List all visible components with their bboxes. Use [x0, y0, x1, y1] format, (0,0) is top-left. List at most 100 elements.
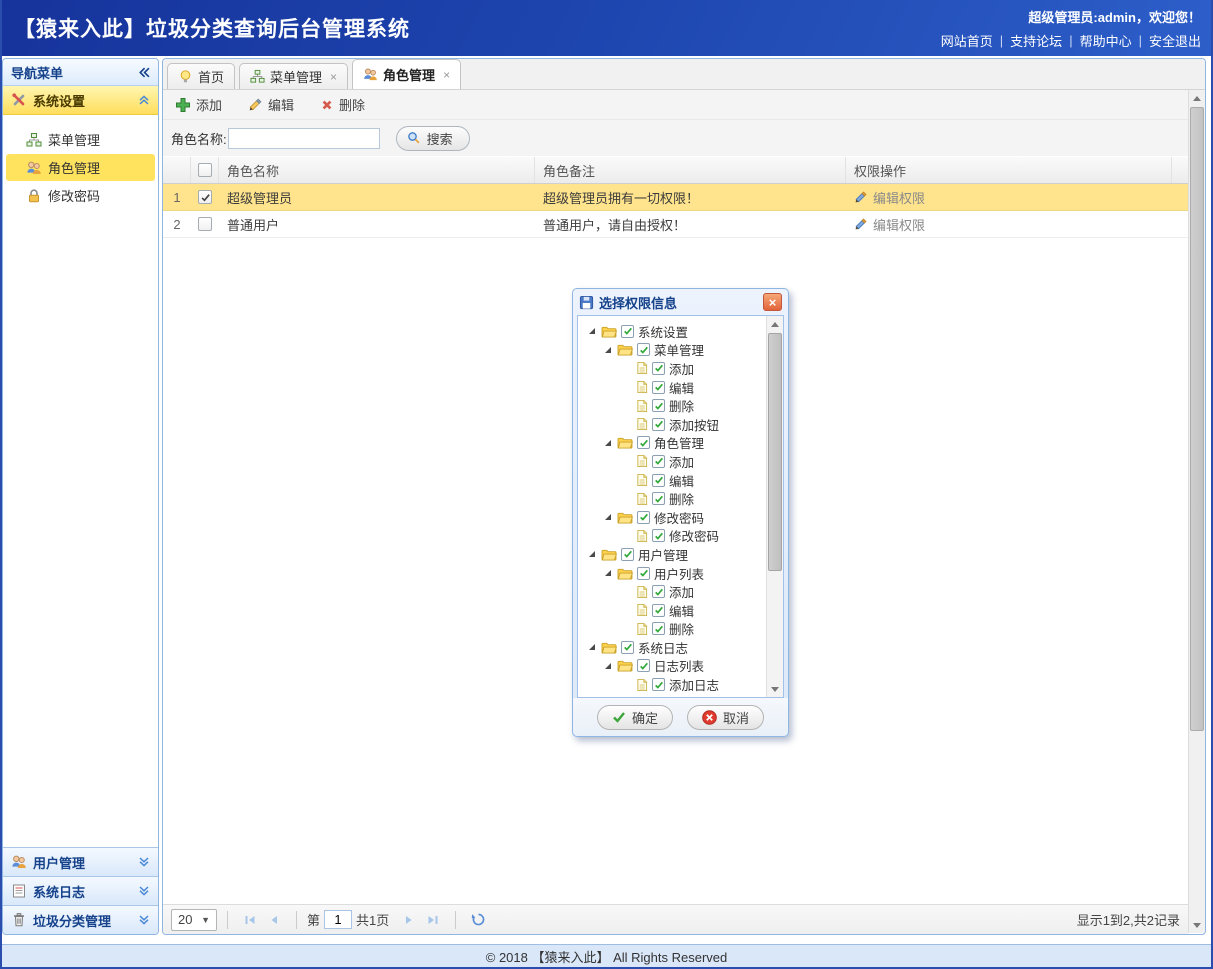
tree-node[interactable]: 添加 [578, 452, 766, 471]
tree-node-label[interactable]: 添加按钮 [669, 415, 719, 434]
table-row[interactable]: 2 普通用户 普通用户，请自由授权！ 编辑权限 [163, 211, 1188, 238]
chevron-down-icon[interactable] [138, 856, 150, 868]
scroll-down-icon[interactable] [767, 681, 783, 697]
refresh-icon[interactable] [466, 908, 490, 932]
tree-node[interactable]: 删除 [578, 620, 766, 639]
tree-node[interactable]: 用户管理 [578, 545, 766, 564]
tab-menu-management[interactable]: 菜单管理 × [239, 63, 349, 89]
table-row[interactable]: 1 超级管理员 超级管理员拥有一切权限！ 编辑权限 [163, 184, 1188, 211]
tree-node-label[interactable]: 日志列表 [654, 656, 704, 675]
tree-node-label[interactable]: 编辑 [669, 378, 694, 397]
tree-node-label[interactable]: 修改密码 [654, 508, 704, 527]
tree-node[interactable]: 日志列表 [578, 657, 766, 676]
tree-node[interactable]: 删除 [578, 396, 766, 415]
tab-role-management[interactable]: 角色管理 × [352, 59, 462, 89]
tree-checkbox[interactable] [637, 566, 650, 580]
sidebar-section-garbage-classification[interactable]: 垃圾分类管理 [3, 905, 158, 934]
tree-node[interactable]: 编辑 [578, 601, 766, 620]
tree-node[interactable]: 编辑 [578, 378, 766, 397]
chevron-up-icon[interactable] [138, 94, 150, 106]
tree-checkbox[interactable] [621, 547, 634, 561]
link-site-home[interactable]: 网站首页 [941, 31, 993, 50]
tree-node[interactable]: 添加日志 [578, 675, 766, 694]
expand-arrow-icon[interactable] [604, 513, 613, 521]
expand-arrow-icon[interactable] [604, 662, 613, 670]
last-page-button[interactable] [421, 908, 445, 932]
tree-node-label[interactable]: 删除 [669, 396, 694, 415]
add-button[interactable]: 添加 [175, 95, 222, 114]
tree-checkbox[interactable] [652, 361, 665, 375]
tree-node[interactable]: 系统日志 [578, 638, 766, 657]
tree-checkbox[interactable] [652, 585, 665, 599]
tree-checkbox[interactable] [652, 603, 665, 617]
expand-arrow-icon[interactable] [588, 643, 597, 651]
sidebar-section-system-settings[interactable]: 系统设置 [3, 86, 158, 115]
role-name-input[interactable] [227, 127, 380, 149]
tree-checkbox[interactable] [652, 696, 665, 697]
tree-checkbox[interactable] [621, 324, 634, 338]
tree-node-label[interactable]: 菜单管理 [654, 340, 704, 359]
link-help-center[interactable]: 帮助中心 [1080, 31, 1132, 50]
tree-node[interactable]: 用户列表 [578, 564, 766, 583]
page-size-select[interactable]: 20 ▼ [171, 908, 217, 931]
row-checkbox[interactable] [198, 190, 212, 204]
expand-arrow-icon[interactable] [604, 346, 613, 354]
tree-node[interactable]: 添加 [578, 359, 766, 378]
tree-node[interactable]: 删除 [578, 489, 766, 508]
tree-checkbox[interactable] [637, 436, 650, 450]
tree-node[interactable]: 编辑 [578, 471, 766, 490]
scroll-up-icon[interactable] [767, 316, 783, 332]
page-number-input[interactable] [324, 910, 353, 929]
tree-checkbox[interactable] [637, 343, 650, 357]
sidebar-section-user-management[interactable]: 用户管理 [3, 847, 158, 876]
tree-node-label[interactable]: 添加 [669, 452, 694, 471]
tree-node-label[interactable]: 添加 [669, 359, 694, 378]
collapse-sidebar-icon[interactable] [137, 66, 150, 79]
tree-checkbox[interactable] [621, 640, 634, 654]
tree-node[interactable]: 添加按钮 [578, 415, 766, 434]
tree-node-label[interactable]: 修改密码 [669, 526, 719, 545]
tree-checkbox[interactable] [652, 417, 665, 431]
tree-checkbox[interactable] [652, 399, 665, 413]
tree-checkbox[interactable] [652, 454, 665, 468]
chevron-down-icon[interactable] [138, 914, 150, 926]
tree-node[interactable]: 系统设置 [578, 322, 766, 341]
tree-node[interactable]: 修改密码 [578, 527, 766, 546]
tree-checkbox[interactable] [637, 659, 650, 673]
tree-node[interactable]: 角色管理 [578, 434, 766, 453]
tree-checkbox[interactable] [652, 622, 665, 636]
tree-node-label[interactable]: 删除 [669, 489, 694, 508]
tree-node-label[interactable]: 系统设置 [638, 322, 688, 341]
tree-node-label[interactable]: 编辑 [669, 601, 694, 620]
sidebar-item-menu-management[interactable]: 菜单管理 [6, 126, 155, 153]
tree-checkbox[interactable] [652, 473, 665, 487]
close-icon[interactable]: × [763, 293, 782, 311]
expand-arrow-icon[interactable] [604, 439, 613, 447]
tree-node[interactable]: 添加 [578, 582, 766, 601]
dialog-scrollbar[interactable] [766, 316, 783, 697]
tree-checkbox[interactable] [652, 529, 665, 543]
sidebar-section-system-log[interactable]: 系统日志 [3, 876, 158, 905]
expand-arrow-icon[interactable] [588, 550, 597, 558]
scroll-down-icon[interactable] [1189, 917, 1205, 933]
tree-node[interactable]: 菜单管理 [578, 341, 766, 360]
tree-node-label[interactable]: 用户列表 [654, 564, 704, 583]
edit-permission-link[interactable]: 编辑权限 [854, 188, 925, 207]
expand-arrow-icon[interactable] [604, 569, 613, 577]
tree-node-label[interactable]: 系统日志 [638, 638, 688, 657]
tree-checkbox[interactable] [652, 678, 665, 692]
tab-home[interactable]: 首页 [167, 63, 236, 89]
link-support-forum[interactable]: 支持论坛 [1010, 31, 1062, 50]
tree-checkbox[interactable] [652, 492, 665, 506]
scrollbar-thumb[interactable] [768, 333, 782, 571]
edit-button[interactable]: 编辑 [248, 95, 294, 114]
select-all-checkbox[interactable] [197, 163, 212, 177]
tree-node-label[interactable]: 角色管理 [654, 433, 704, 452]
tree-node-label[interactable]: 删除 [669, 694, 694, 697]
scrollbar-thumb[interactable] [1190, 107, 1204, 731]
chevron-down-icon[interactable] [138, 885, 150, 897]
cancel-button[interactable]: 取消 [687, 704, 765, 730]
sidebar-item-change-password[interactable]: 修改密码 [6, 182, 155, 209]
next-page-button[interactable] [397, 908, 421, 932]
tree-node[interactable]: 修改密码 [578, 508, 766, 527]
